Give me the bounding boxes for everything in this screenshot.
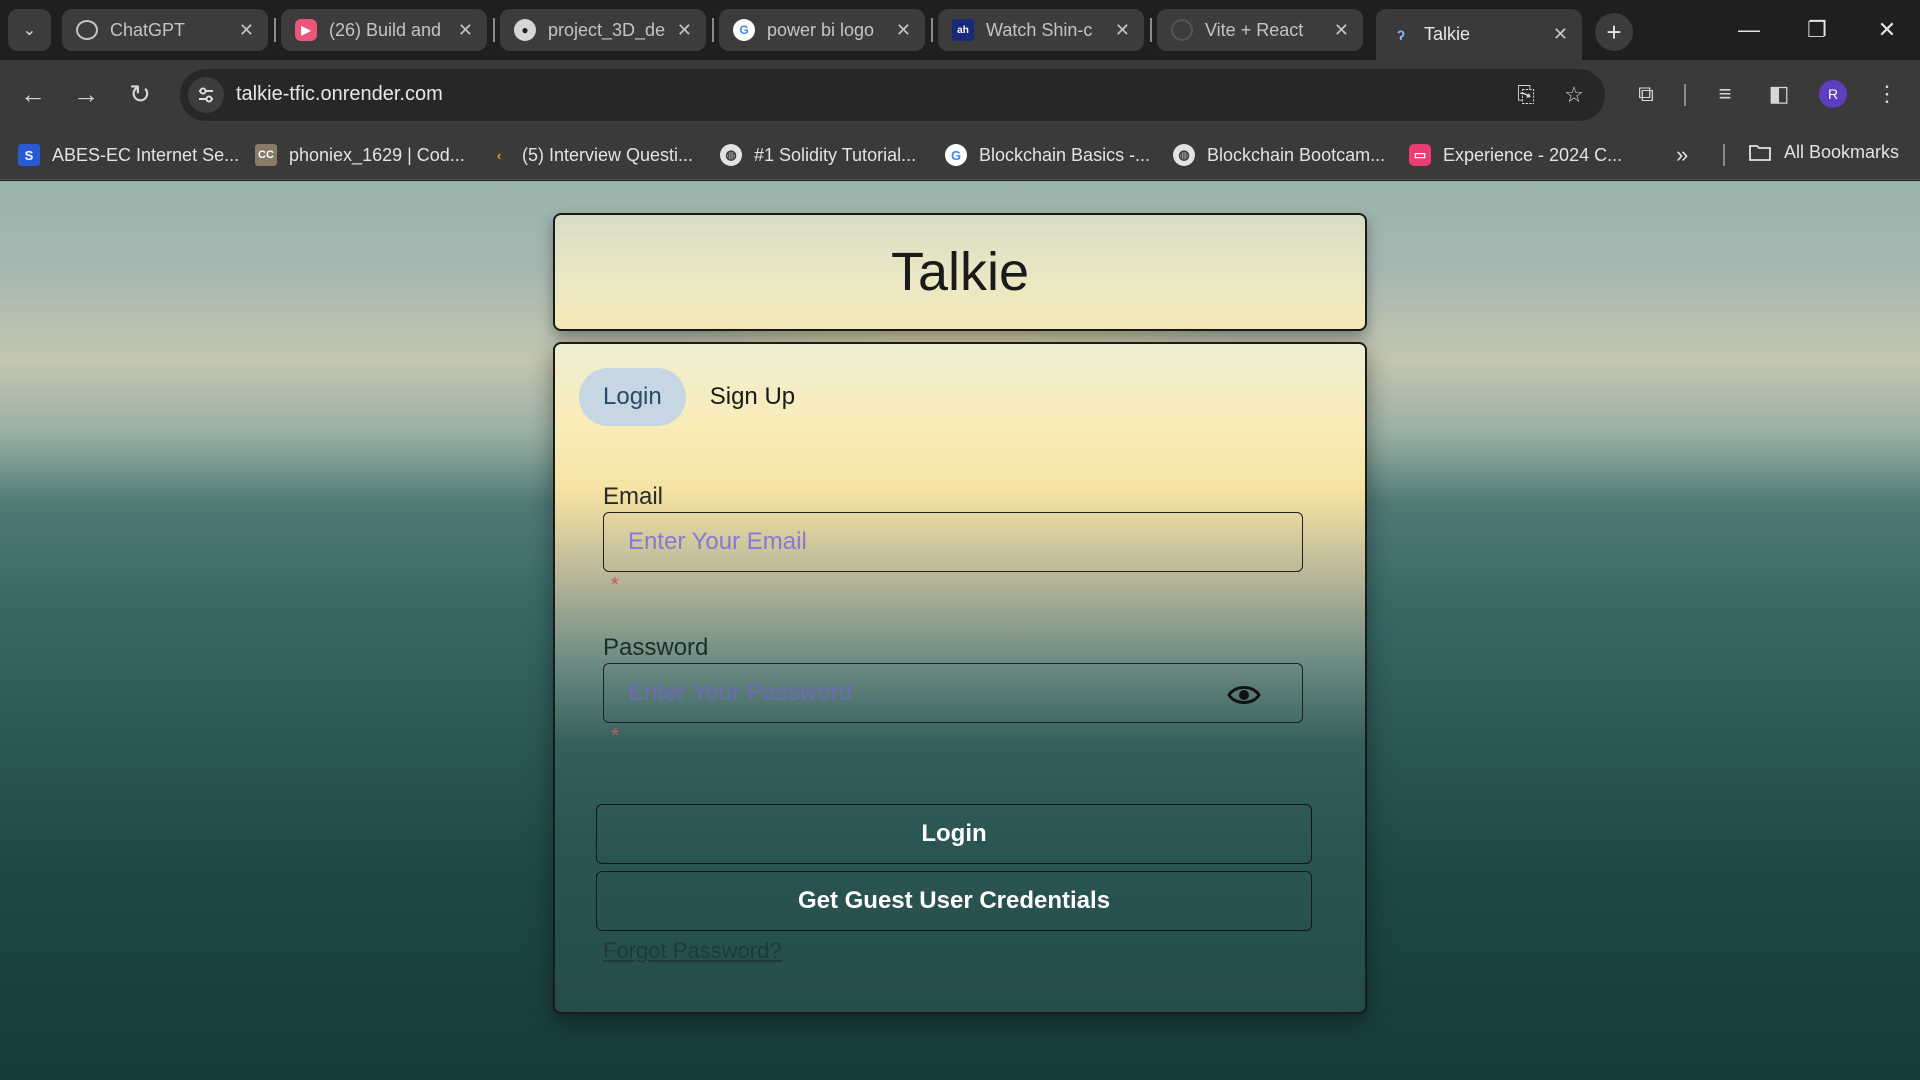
bookmark-item[interactable]: ◍ Blockchain Bootcam...: [1173, 142, 1385, 168]
globe-icon: ◍: [1173, 144, 1195, 166]
app-title-card: Talkie: [553, 213, 1367, 331]
media-control-icon[interactable]: ≡: [1707, 76, 1743, 112]
bookmark-star-icon[interactable]: ☆: [1558, 79, 1590, 111]
tab-power-bi[interactable]: G power bi logo ✕: [719, 9, 925, 51]
close-window-icon[interactable]: ✕: [1862, 10, 1912, 50]
s-icon: S: [18, 144, 40, 166]
new-tab-plus-icon[interactable]: +: [1595, 13, 1633, 51]
bookmarks-bar: S ABES-EC Internet Se... CC phoniex_1629…: [0, 130, 1920, 180]
youtube-icon: ▶: [295, 19, 317, 41]
bookmark-item[interactable]: G Blockchain Basics -...: [945, 142, 1150, 168]
pink-app-icon: ▭: [1409, 144, 1431, 166]
folder-icon: [1749, 144, 1771, 161]
tab-separator: [1150, 18, 1152, 42]
reload-icon[interactable]: ↻: [120, 74, 160, 114]
password-field[interactable]: [603, 663, 1303, 723]
tab-separator: [274, 18, 276, 42]
auth-tabs: Login Sign Up: [579, 368, 819, 426]
tab-separator: [493, 18, 495, 42]
globe-icon: ◍: [720, 144, 742, 166]
email-field[interactable]: [603, 512, 1303, 572]
tab-title: (26) Build and: [329, 19, 442, 40]
all-bookmarks-button[interactable]: All Bookmarks: [1748, 142, 1899, 163]
tab-strip: ⌄ ChatGPT ✕ ▶ (26) Build and ✕ ● project…: [0, 0, 1920, 60]
close-icon[interactable]: ✕: [896, 20, 911, 41]
leetcode-icon: ‹: [496, 147, 502, 163]
more-bookmarks-chevron-icon[interactable]: »: [1676, 142, 1688, 168]
close-icon[interactable]: ✕: [1115, 20, 1130, 41]
bookmark-item[interactable]: CC phoniex_1629 | Cod...: [255, 142, 465, 168]
email-label: Email: [603, 483, 664, 510]
tab-title: Vite + React: [1205, 19, 1304, 40]
tab-talkie[interactable]: ʔ Talkie ✕: [1376, 9, 1582, 60]
install-app-icon[interactable]: ⎘: [1510, 79, 1542, 111]
app-title: Talkie: [890, 242, 1030, 302]
bookmark-label: #1 Solidity Tutorial...: [754, 144, 917, 165]
streaming-site-icon: ah: [952, 19, 974, 41]
talkie-icon: ʔ: [1397, 26, 1405, 43]
tab-chatgpt[interactable]: ChatGPT ✕: [62, 9, 268, 51]
github-icon: ●: [514, 19, 536, 41]
tab-title: power bi logo: [767, 19, 875, 40]
bookmark-label: phoniex_1629 | Cod...: [289, 144, 465, 165]
restore-icon[interactable]: ❐: [1792, 10, 1842, 50]
tab-title: Watch Shin-c: [986, 19, 1093, 40]
close-icon[interactable]: ✕: [677, 20, 692, 41]
password-required-mark: *: [611, 725, 619, 747]
bookmark-separator: [1723, 144, 1725, 166]
guest-credentials-button[interactable]: Get Guest User Credentials: [596, 871, 1312, 931]
tab-youtube[interactable]: ▶ (26) Build and ✕: [281, 9, 487, 51]
extensions-puzzle-icon[interactable]: ⧉: [1628, 76, 1664, 112]
side-panel-icon[interactable]: ◧: [1761, 76, 1797, 112]
close-icon[interactable]: ✕: [1553, 24, 1568, 45]
profile-avatar[interactable]: R: [1819, 80, 1847, 108]
login-button[interactable]: Login: [596, 804, 1312, 864]
tab-title: ChatGPT: [110, 19, 186, 40]
bookmark-label: ABES-EC Internet Se...: [52, 144, 240, 165]
address-bar[interactable]: talkie-tfic.onrender.com ⎘ ☆: [180, 69, 1605, 121]
bookmark-item[interactable]: S ABES-EC Internet Se...: [18, 142, 239, 168]
password-label: Password: [603, 634, 709, 661]
bookmark-label: (5) Interview Questi...: [522, 144, 694, 165]
google-icon: G: [733, 19, 755, 41]
bookmark-label: Experience - 2024 C...: [1443, 144, 1623, 165]
tab-title: project_3D_de: [548, 19, 666, 40]
tab-github[interactable]: ● project_3D_de ✕: [500, 9, 706, 51]
minimize-icon[interactable]: —: [1724, 10, 1774, 50]
auth-form-card: Login Sign Up Email * Password * Login G…: [553, 342, 1367, 1014]
toolbar-separator: [1684, 84, 1686, 106]
loading-icon: [1171, 19, 1193, 41]
url-text[interactable]: talkie-tfic.onrender.com: [236, 83, 443, 106]
tab-separator: [712, 18, 714, 42]
bookmark-item[interactable]: ‹ (5) Interview Questi...: [488, 142, 693, 168]
all-bookmarks-label: All Bookmarks: [1784, 142, 1900, 162]
cc-icon: CC: [255, 144, 277, 166]
email-required-mark: *: [611, 574, 619, 596]
back-arrow-icon[interactable]: ←: [13, 74, 53, 114]
bookmark-item[interactable]: ▭ Experience - 2024 C...: [1409, 142, 1622, 168]
tab-signup[interactable]: Sign Up: [686, 368, 819, 426]
close-icon[interactable]: ✕: [458, 20, 473, 41]
forgot-password-link[interactable]: Forgot Password?: [603, 938, 782, 964]
close-icon[interactable]: ✕: [1334, 20, 1349, 41]
tab-vite-react[interactable]: Vite + React ✕: [1157, 9, 1363, 51]
google-icon: G: [945, 144, 967, 166]
bookmark-item[interactable]: ◍ #1 Solidity Tutorial...: [720, 142, 916, 168]
browser-toolbar: ← → ↻ talkie-tfic.onrender.com ⎘ ☆ ⧉ ≡ ◧…: [0, 60, 1920, 130]
site-settings-icon[interactable]: [188, 77, 224, 113]
page-background: Talkie Login Sign Up Email * Password * …: [0, 181, 1920, 1080]
bookmark-label: Blockchain Bootcam...: [1207, 144, 1386, 165]
more-menu-icon[interactable]: ⋮: [1869, 76, 1905, 112]
chatgpt-icon: [76, 20, 98, 40]
tab-title: Talkie: [1424, 24, 1471, 44]
forward-arrow-icon[interactable]: →: [66, 74, 106, 114]
bookmark-label: Blockchain Basics -...: [979, 144, 1151, 165]
tab-search-icon[interactable]: ⌄: [8, 9, 51, 51]
tab-watch[interactable]: ah Watch Shin-c ✕: [938, 9, 1144, 51]
tab-login[interactable]: Login: [579, 368, 686, 426]
show-password-eye-icon[interactable]: [1226, 681, 1262, 709]
tab-separator: [931, 18, 933, 42]
close-icon[interactable]: ✕: [239, 20, 254, 41]
